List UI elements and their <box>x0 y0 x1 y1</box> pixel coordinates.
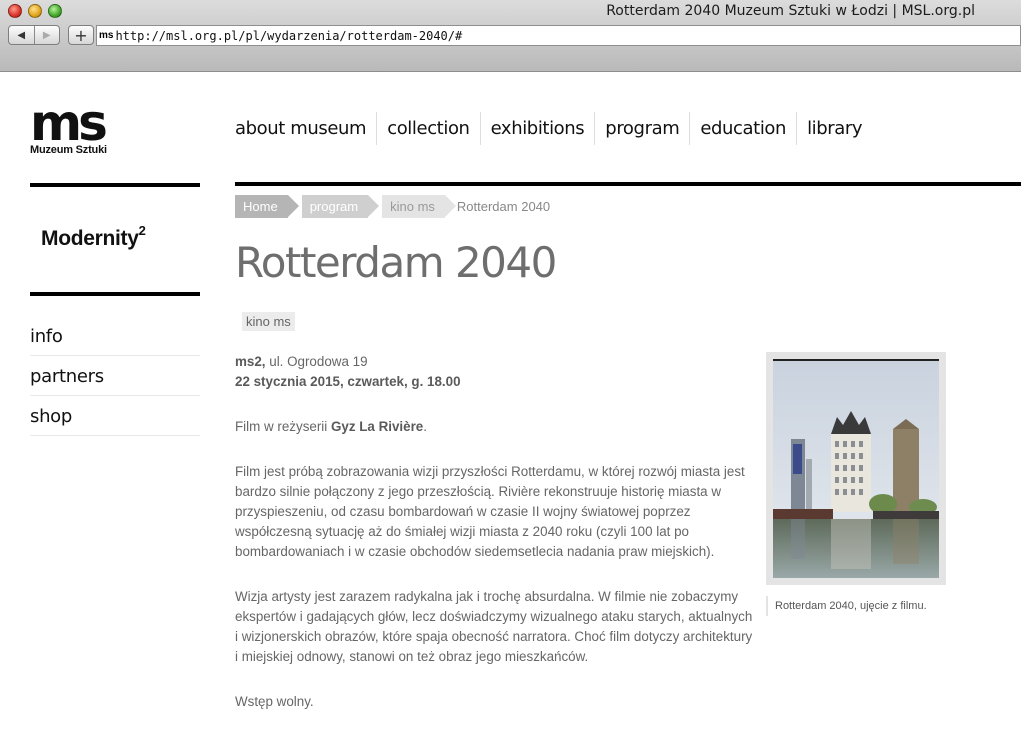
minimize-window-button[interactable] <box>28 4 42 18</box>
nav-item-collection[interactable]: collection <box>376 112 479 145</box>
film-still-image <box>773 359 939 578</box>
history-buttons: ◀ ▶ <box>8 25 60 45</box>
modernity-text: Modernity <box>41 227 139 250</box>
event-description: ms2, ul. Ogrodowa 19 22 stycznia 2015, c… <box>235 352 755 729</box>
forward-button[interactable]: ▶ <box>33 26 60 44</box>
description-paragraph-1: Film jest próbą zobrazowania wizji przys… <box>235 464 745 559</box>
address-bar[interactable]: ms http://msl.org.pl/pl/wydarzenia/rotte… <box>96 25 1021 46</box>
zoom-window-button[interactable] <box>48 4 62 18</box>
modernity-logo[interactable]: Modernity2 <box>41 223 146 251</box>
plus-icon: + <box>74 25 88 45</box>
event-date: 22 stycznia 2015, czwartek, g. 18.00 <box>235 374 461 389</box>
logo-mark: ms <box>30 94 108 152</box>
page-title: Rotterdam 2040 <box>235 238 557 287</box>
main-divider <box>235 182 1021 186</box>
browser-chrome: Rotterdam 2040 Muzeum Sztuki w Łodzi | M… <box>0 0 1021 72</box>
breadcrumb-program[interactable]: program <box>301 195 380 218</box>
sidebar-nav: info partners shop <box>30 316 200 436</box>
url-text[interactable]: http://msl.org.pl/pl/wydarzenia/rotterda… <box>115 29 462 43</box>
logo-name: Muzeum Sztuki <box>30 144 107 156</box>
director-name: Gyz La Rivière <box>330 419 424 434</box>
nav-item-exhibitions[interactable]: exhibitions <box>479 112 595 145</box>
event-meta: ms2, ul. Ogrodowa 19 22 stycznia 2015, c… <box>235 352 755 392</box>
window-title: Rotterdam 2040 Muzeum Sztuki w Łodzi | M… <box>606 3 975 19</box>
favicon-icon: ms <box>99 30 114 41</box>
sidebar-top-divider <box>30 183 200 187</box>
back-icon: ◀ <box>17 29 26 41</box>
breadcrumb: Home program kino ms Rotterdam 2040 <box>235 195 550 218</box>
breadcrumb-current: Rotterdam 2040 <box>456 199 551 214</box>
add-bookmark-button[interactable]: + <box>68 25 94 45</box>
museum-logo[interactable]: ms Muzeum Sztuki <box>30 94 130 156</box>
nav-item-education[interactable]: education <box>689 112 796 145</box>
breadcrumb-home[interactable]: Home <box>235 195 299 218</box>
main-nav: about museum collection exhibitions prog… <box>235 112 872 145</box>
venue-address: ul. Ogrodowa 19 <box>265 354 368 369</box>
modernity-superscript: 2 <box>138 223 146 238</box>
back-button[interactable]: ◀ <box>9 26 34 44</box>
sidebar-item-partners[interactable]: partners <box>30 356 200 396</box>
breadcrumb-kino-ms[interactable]: kino ms <box>382 195 456 218</box>
description-paragraph-2: Wizja artysty jest zarazem radykalna jak… <box>235 589 753 664</box>
sidebar-item-shop[interactable]: shop <box>30 396 200 436</box>
venue-name: ms2, <box>235 354 266 369</box>
film-still-frame[interactable] <box>766 352 946 585</box>
nav-item-library[interactable]: library <box>796 112 872 145</box>
window-controls <box>8 4 62 18</box>
nav-item-about-museum[interactable]: about museum <box>235 112 376 145</box>
sidebar-bottom-divider <box>30 292 200 296</box>
nav-item-program[interactable]: program <box>594 112 689 145</box>
director-line: Film w reżyserii Gyz La Rivière. <box>235 417 755 437</box>
close-window-button[interactable] <box>8 4 22 18</box>
category-tag[interactable]: kino ms <box>242 312 295 331</box>
director-prefix: Film w reżyserii <box>235 419 331 434</box>
sidebar-item-info[interactable]: info <box>30 316 200 356</box>
image-caption: Rotterdam 2040, ujęcie z filmu. <box>766 596 927 616</box>
forward-icon: ▶ <box>42 29 51 41</box>
director-suffix: . <box>423 419 427 434</box>
admission-note: Wstęp wolny. <box>235 694 314 709</box>
